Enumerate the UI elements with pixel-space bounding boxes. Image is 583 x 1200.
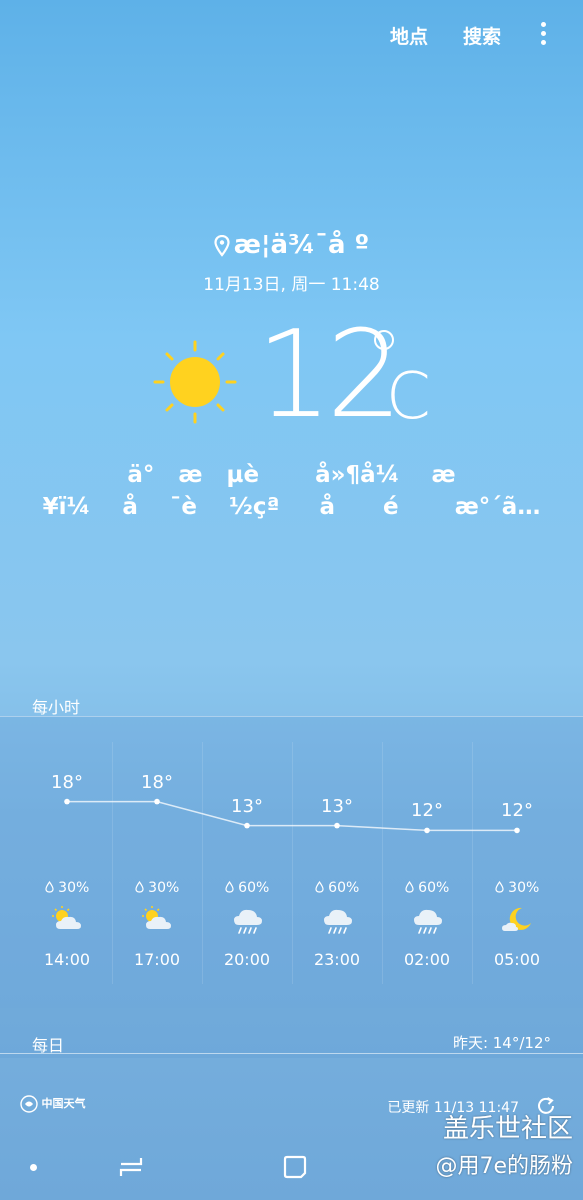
column-separator [472, 742, 473, 984]
hourly-temp: 12° [501, 800, 533, 822]
rain-percent: 30% [58, 880, 90, 896]
hourly-temp: 18° [51, 771, 83, 793]
rain-cloud-icon [202, 905, 292, 941]
search-button[interactable]: 搜索 [463, 22, 501, 49]
rain-percent: 60% [238, 880, 270, 896]
location-button[interactable]: 地点 [390, 22, 428, 49]
hourly-temp: 12° [411, 800, 443, 822]
hourly-rain-chance: 30% [472, 880, 562, 896]
hourly-time: 14:00 [43, 950, 91, 969]
temp-point [64, 798, 70, 805]
hourly-time: 05:00 [493, 950, 541, 969]
date-time: 11月13日, 周一 11:48 [203, 275, 380, 295]
temp-point [244, 822, 250, 829]
partly-cloudy-day-icon [22, 905, 112, 941]
weather-description-line2: ¥ï¼ å ¯è ½çª å é æ°´ã… [42, 494, 541, 520]
hourly-time: 17:00 [133, 950, 181, 969]
recent-apps-icon[interactable] [118, 1154, 144, 1180]
column-separator [382, 742, 383, 984]
weather-description-line1: ä° æ µè å»¶å¼ æ [127, 462, 456, 488]
hourly-temp: 13° [231, 795, 263, 817]
hourly-temp: 13° [321, 795, 353, 817]
hourly-rain-chance: 60% [292, 880, 382, 896]
rain-percent: 60% [328, 880, 360, 896]
partly-cloudy-day-icon [112, 905, 202, 941]
column-separator [112, 742, 113, 984]
raindrop-icon [405, 880, 414, 896]
rain-percent: 30% [508, 880, 540, 896]
yesterday-temperature: 昨天: 14°/12° [452, 1034, 551, 1052]
column-separator [292, 742, 293, 984]
raindrop-icon [45, 880, 54, 896]
temperature-unit: C [386, 360, 431, 434]
raindrop-icon [495, 880, 504, 896]
temp-point [334, 822, 340, 829]
rain-cloud-icon [292, 905, 382, 941]
temp-point [424, 827, 430, 834]
location-pin-icon [214, 234, 230, 257]
watermark-line2: @用7e的肠粉 [435, 1154, 573, 1179]
hourly-rain-chance: 60% [202, 880, 292, 896]
watermark-line1: 盖乐世社区 [442, 1114, 573, 1144]
temp-point [154, 798, 160, 805]
nav-dot-icon[interactable] [30, 1164, 37, 1171]
logo-text: 中国天气 [41, 1097, 86, 1110]
hourly-temp: 18° [141, 771, 173, 793]
logo-icon [20, 1095, 38, 1113]
sun-icon [153, 340, 237, 424]
location-name: æ¦ä¾¯å º [233, 230, 370, 260]
hourly-rain-chance: 30% [112, 880, 202, 896]
raindrop-icon [135, 880, 144, 896]
location-header[interactable]: æ¦ä¾¯å º [0, 230, 583, 260]
raindrop-icon [225, 880, 234, 896]
hourly-time: 20:00 [223, 950, 271, 969]
column-separator [202, 742, 203, 984]
cma-logo[interactable]: 中国天气 [20, 1095, 86, 1113]
home-icon[interactable] [282, 1154, 308, 1180]
hourly-rain-chance: 60% [382, 880, 472, 896]
rain-cloud-icon [382, 905, 472, 941]
hourly-rain-chance: 30% [22, 880, 112, 896]
divider [0, 1053, 583, 1054]
hourly-time: 23:00 [313, 950, 361, 969]
hourly-label: 每小时 [32, 698, 81, 717]
moon-cloud-icon [472, 905, 562, 941]
rain-percent: 30% [148, 880, 180, 896]
temp-point [514, 827, 520, 834]
rain-percent: 60% [418, 880, 450, 896]
degree-symbol [374, 330, 394, 350]
more-vert-icon[interactable] [541, 22, 547, 48]
hourly-time: 02:00 [403, 950, 451, 969]
raindrop-icon [315, 880, 324, 896]
